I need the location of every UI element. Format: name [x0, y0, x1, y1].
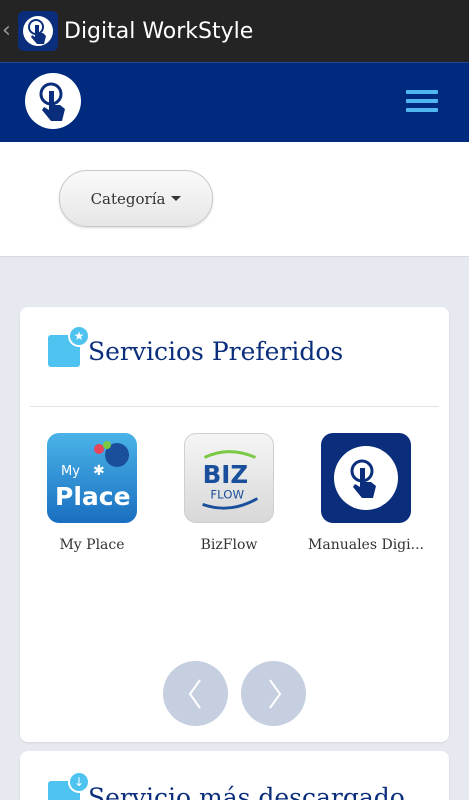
app-manuales[interactable]: Manuales Digi... — [306, 433, 426, 553]
app-bizflow[interactable]: BIZ FLOW BizFlow — [169, 433, 289, 553]
svg-text:BIZ: BIZ — [203, 460, 248, 489]
svg-text:✱: ✱ — [93, 463, 105, 479]
chevron-left-icon — [188, 678, 201, 709]
app-icon[interactable] — [18, 11, 58, 51]
svg-text:FLOW: FLOW — [210, 488, 244, 502]
category-label: Categoría — [90, 189, 166, 208]
chevron-right-icon — [268, 678, 281, 709]
app-label: Manuales Digi... — [308, 537, 424, 553]
app-carousel: My ✱ Place My Place BIZ FLOW BizFlow Man… — [20, 433, 449, 563]
svg-text:Place: Place — [55, 482, 131, 511]
card-header: ↓ Servicio más descargado — [48, 771, 405, 800]
manuales-app-icon — [321, 433, 411, 523]
star-folder-icon: ★ — [48, 325, 90, 367]
carousel-next-button[interactable] — [241, 661, 306, 726]
card-title: Servicio más descargado — [88, 782, 405, 800]
most-downloaded-card: ↓ Servicio más descargado — [20, 751, 449, 800]
app-title: Digital WorkStyle — [64, 18, 254, 44]
carousel-prev-button[interactable] — [163, 661, 228, 726]
touch-hand-icon — [23, 16, 53, 46]
svg-text:My: My — [61, 464, 80, 479]
preferred-services-card: ★ Servicios Preferidos My ✱ Place My Pla… — [20, 307, 449, 742]
divider — [30, 406, 439, 407]
app-label: BizFlow — [200, 537, 258, 553]
back-chevron-icon[interactable]: ‹ — [2, 0, 18, 62]
category-dropdown-button[interactable]: Categoría — [59, 170, 213, 227]
app-label: My Place — [59, 537, 125, 553]
site-header — [0, 62, 469, 142]
bizflow-app-icon: BIZ FLOW — [184, 433, 274, 523]
card-title: Servicios Preferidos — [88, 336, 344, 366]
category-bar: Categoría — [0, 142, 469, 257]
touch-hand-logo-icon — [39, 82, 65, 121]
download-folder-icon: ↓ — [48, 771, 90, 800]
android-action-bar: ‹ Digital WorkStyle — [0, 0, 469, 62]
hamburger-menu-icon[interactable] — [406, 90, 438, 116]
caret-down-icon — [171, 196, 182, 201]
myplace-app-icon: My ✱ Place — [47, 433, 137, 523]
app-myplace[interactable]: My ✱ Place My Place — [32, 433, 152, 553]
logo[interactable] — [25, 73, 81, 129]
card-header: ★ Servicios Preferidos — [48, 325, 344, 367]
